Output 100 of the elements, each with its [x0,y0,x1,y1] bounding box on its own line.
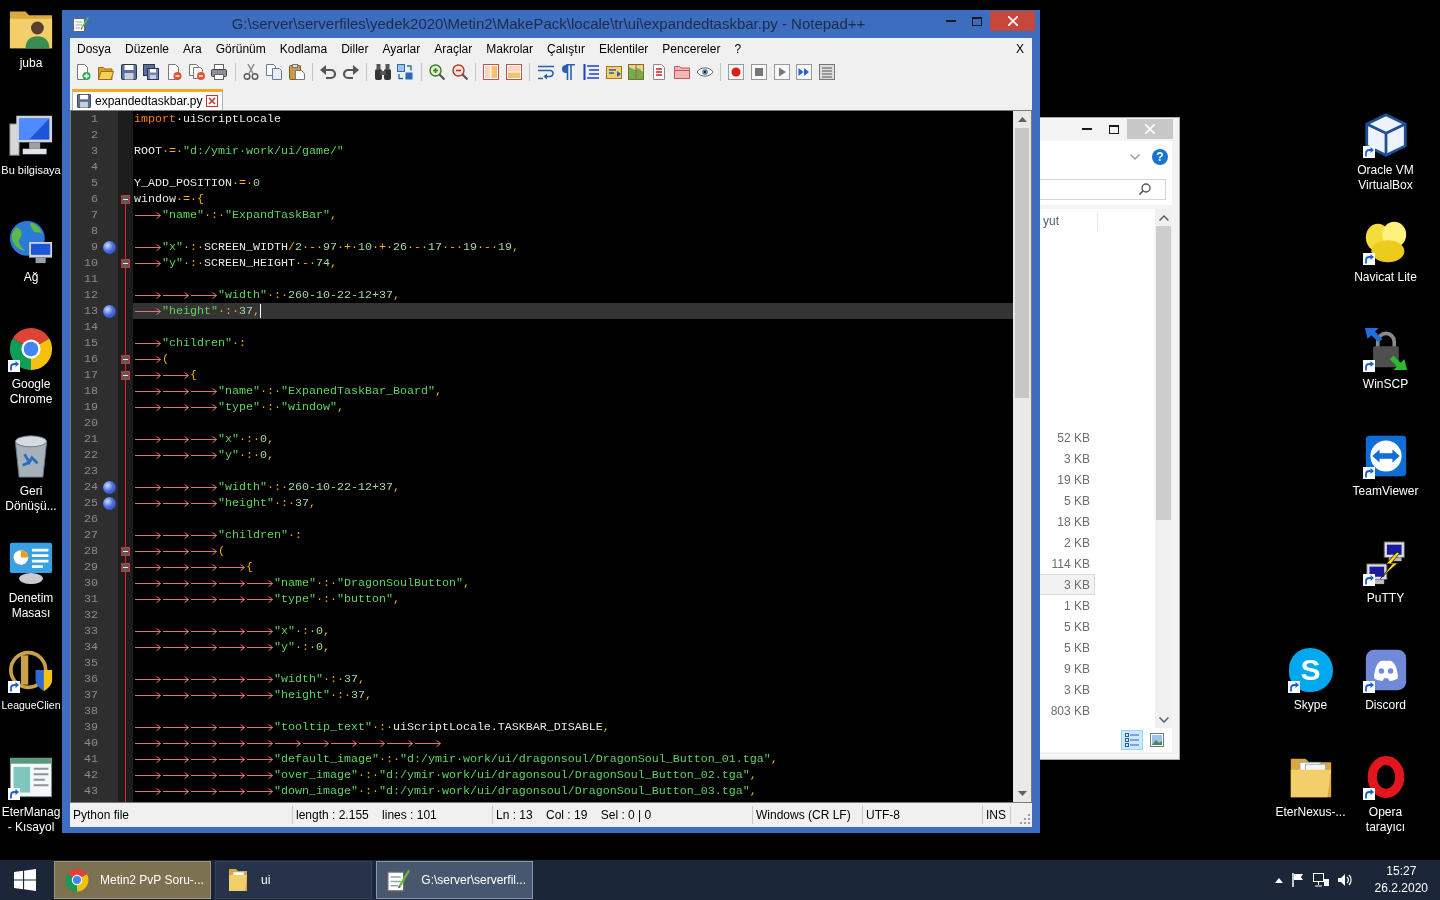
menu-item[interactable]: Pencereler [655,40,728,58]
bookmark-icon[interactable] [102,304,116,318]
flag-icon[interactable] [1291,873,1304,887]
fold-minus-icon[interactable] [121,354,130,364]
file-size[interactable]: 114 KB [1040,553,1095,574]
menu-item[interactable]: Ara [176,40,209,58]
file-size[interactable]: 3 KB [1040,574,1095,595]
menu-item[interactable]: ? [727,40,749,58]
file-size[interactable]: 18 KB [1040,511,1095,532]
menu-item[interactable]: Görünüm [208,40,273,58]
zoom-in-icon[interactable] [428,64,445,80]
open-folder-icon[interactable] [98,64,115,80]
file-size[interactable]: 19 KB [1040,469,1095,490]
panel-icon[interactable] [605,64,622,80]
menu-item[interactable]: Dosya [70,40,118,58]
clock-date[interactable]: 26.2.2020 [1374,880,1428,897]
fold-minus-icon[interactable] [121,258,130,268]
file-size[interactable]: 5 KB [1040,490,1095,511]
column-header[interactable]: yut [1040,211,1097,231]
word-wrap-icon[interactable] [537,64,554,80]
clipboard-icon[interactable] [288,64,305,80]
computer-icon[interactable] [9,113,53,157]
split-window-icon[interactable] [483,64,500,80]
clock-time[interactable]: 15:27 [1386,863,1417,880]
chevron-down-icon[interactable] [1158,716,1169,723]
petals-icon[interactable] [1363,220,1408,264]
redo-icon[interactable] [342,64,359,80]
bookmark-icon[interactable] [102,496,116,510]
search-icon[interactable] [1139,183,1151,195]
picture-view-icon[interactable] [1150,733,1164,747]
tricolor-ring-icon[interactable] [9,327,53,371]
file-size[interactable]: 5 KB [1040,637,1095,658]
undo-icon[interactable] [320,64,337,80]
chevron-up-icon[interactable] [1158,214,1169,221]
close-icon[interactable] [206,95,219,107]
close-document-x[interactable]: X [1016,40,1024,58]
search-field[interactable] [1040,178,1166,200]
network-icon[interactable] [1312,873,1329,887]
new-file-icon[interactable] [75,64,92,80]
copy-icon[interactable] [265,64,282,80]
linked-computers-icon[interactable] [1363,541,1408,585]
gamepad-face-icon[interactable] [1363,648,1408,692]
control-panel-icon[interactable] [9,541,53,585]
file-size[interactable]: 803 KB [1040,700,1095,721]
record-icon[interactable] [728,64,745,80]
vertical-scrollbar[interactable] [1155,209,1172,728]
taskbar-button[interactable]: ui [215,861,372,899]
replace-icon[interactable] [397,64,414,80]
fold-minus-icon[interactable] [121,562,130,572]
scrollbar-thumb[interactable] [1156,226,1171,520]
menu-item[interactable]: Çalıştır [540,40,592,58]
file-tab[interactable]: expandedtaskbar.py [72,89,224,110]
file-size[interactable]: 5 KB [1040,616,1095,637]
notepad-pencil-icon[interactable] [73,16,89,32]
menu-item[interactable]: Kodlama [272,40,335,58]
cube-icon[interactable] [1363,113,1408,157]
pilcrow-icon[interactable] [560,64,577,80]
menu-item[interactable]: Diller [334,40,376,58]
play-icon[interactable] [773,64,790,80]
indent-guide-icon[interactable] [583,64,600,80]
document-remove-icon[interactable] [166,64,183,80]
fold-minus-icon[interactable] [121,370,130,380]
eye-icon[interactable] [696,64,713,80]
scissors-icon[interactable] [243,64,260,80]
file-size[interactable]: 2 KB [1040,532,1095,553]
fold-minus-icon[interactable] [121,194,130,204]
menu-item[interactable]: Eklentiler [592,40,656,58]
caret-down-icon[interactable] [1017,791,1027,796]
file-size[interactable]: 1 KB [1040,595,1095,616]
document-list-icon[interactable] [651,64,668,80]
file-size[interactable]: 3 KB [1040,448,1095,469]
minimize-icon[interactable] [1081,128,1092,130]
bookmark-icon[interactable] [102,480,116,494]
stop-icon[interactable] [750,64,767,80]
padlock-arrows-icon[interactable] [1363,327,1408,371]
chevron-down-icon[interactable] [1130,154,1140,160]
file-size[interactable]: 3 KB [1040,679,1095,700]
app-window-icon[interactable] [9,755,53,799]
file-size[interactable]: 9 KB [1040,658,1095,679]
fold-minus-icon[interactable] [121,546,130,556]
printer-icon[interactable] [211,64,228,80]
split-window-icon[interactable] [506,64,523,80]
caret-up-icon[interactable] [1274,877,1283,883]
four-panes-icon[interactable] [14,869,36,891]
fast-forward-icon[interactable] [796,64,813,80]
scrollbar-thumb[interactable] [1015,128,1029,398]
close-button[interactable] [990,11,1035,31]
zoom-out-icon[interactable] [451,64,468,80]
network-globe-icon[interactable] [9,220,53,264]
bookmark-icon[interactable] [102,240,116,254]
menu-item[interactable]: Araçlar [427,40,480,58]
macro-list-icon[interactable] [818,64,835,80]
menu-item[interactable]: Ayarlar [375,40,428,58]
taskbar-button[interactable]: Metin2 PvP Soru-... [54,861,211,899]
menu-item[interactable]: Makrolar [479,40,540,58]
resize-grip-icon[interactable] [1019,813,1030,824]
maximize-icon[interactable] [1108,124,1119,134]
taskbar-button[interactable]: G:\server\serverfil... [376,861,533,899]
documents-remove-icon[interactable] [188,64,205,80]
floppy-disks-icon[interactable] [143,64,160,80]
